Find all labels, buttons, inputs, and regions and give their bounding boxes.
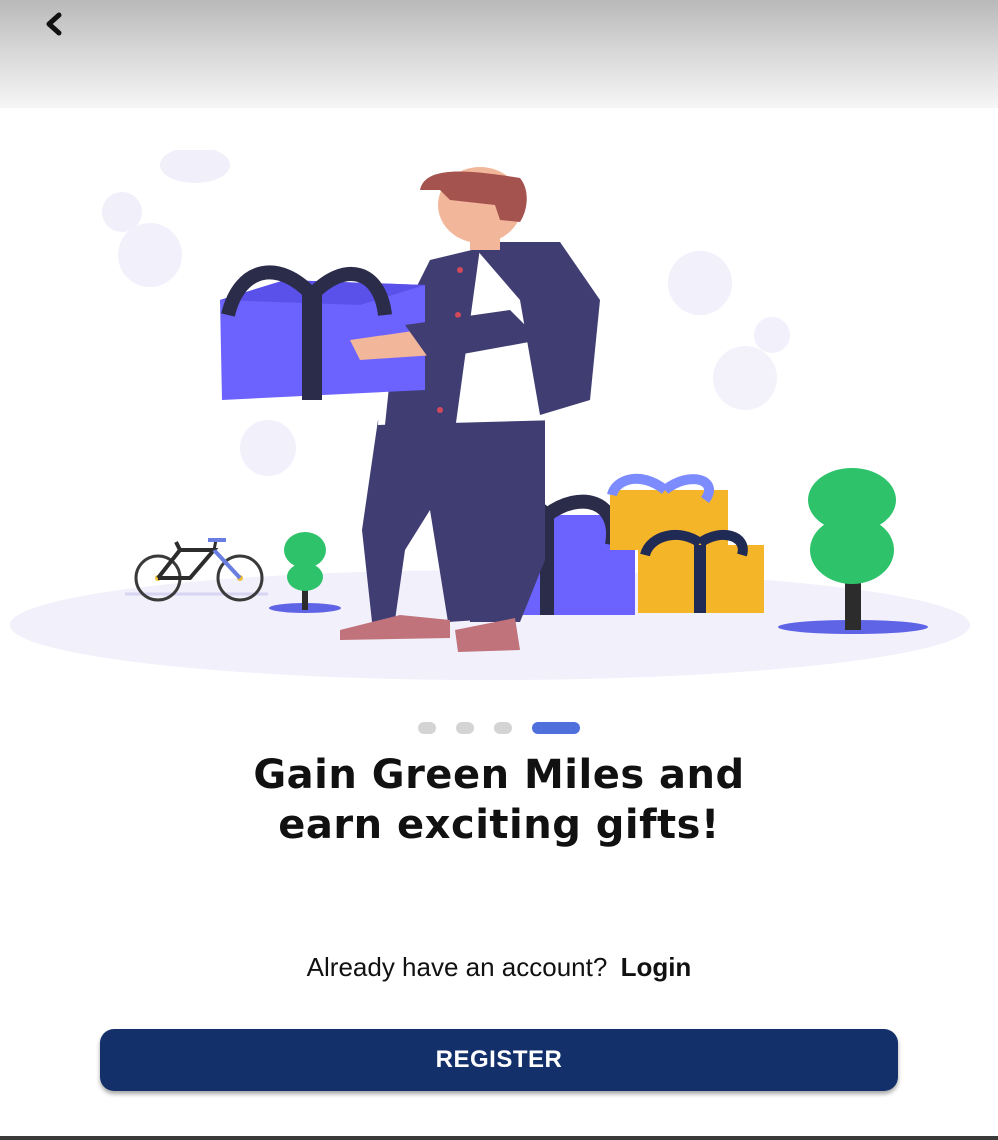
page-dot[interactable] (456, 722, 474, 734)
back-button[interactable] (30, 4, 78, 44)
page-dot[interactable] (494, 722, 512, 734)
onboarding-headline: Gain Green Miles and earn exciting gifts… (0, 750, 998, 850)
login-prompt: Already have an account? Login (0, 952, 998, 983)
login-prompt-text: Already have an account? (306, 952, 608, 982)
bottom-divider (0, 1136, 998, 1140)
chevron-left-icon (46, 12, 62, 36)
page-dot[interactable] (418, 722, 436, 734)
headline-line-2: earn exciting gifts! (278, 802, 720, 848)
page-indicator (0, 722, 998, 734)
onboarding-illustration (10, 150, 970, 680)
register-button[interactable]: REGISTER (100, 1029, 898, 1091)
top-bar (0, 0, 998, 108)
page-dot-active[interactable] (532, 722, 580, 734)
headline-line-1: Gain Green Miles and (253, 752, 745, 798)
login-link[interactable]: Login (621, 952, 692, 982)
